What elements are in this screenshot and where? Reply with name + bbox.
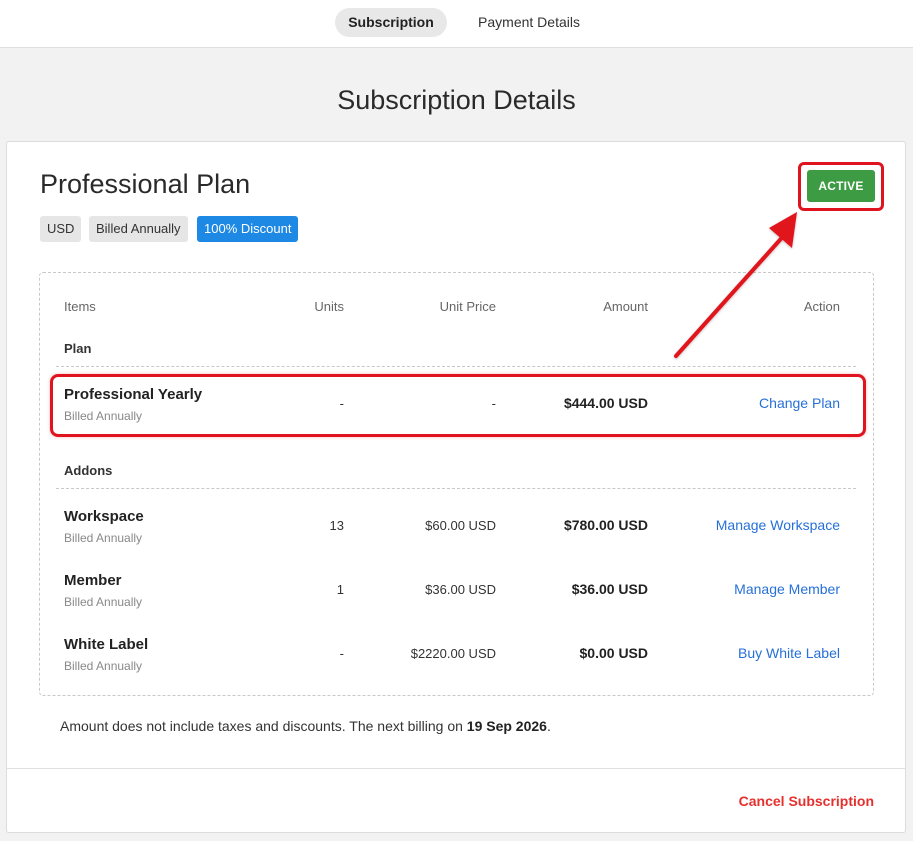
item-units: - xyxy=(339,646,344,661)
buy-white-label-link[interactable]: Buy White Label xyxy=(640,645,840,661)
next-billing-date: 19 Sep 2026 xyxy=(466,718,547,734)
manage-member-link[interactable]: Manage Member xyxy=(640,581,840,597)
plan-title: Professional Plan xyxy=(40,169,251,199)
top-navigation: Subscription Payment Details xyxy=(0,0,913,48)
item-billing: Billed Annually xyxy=(64,659,143,673)
tab-subscription[interactable]: Subscription xyxy=(335,8,447,37)
discount-chip: 100% Discount xyxy=(197,216,299,242)
manage-workspace-link[interactable]: Manage Workspace xyxy=(640,517,840,533)
addons-divider xyxy=(56,488,856,489)
table-row-workspace: Workspace Billed Annually 13 $60.00 USD … xyxy=(40,508,875,558)
billing-note-suffix: . xyxy=(546,718,551,734)
plan-divider xyxy=(56,366,856,367)
header-items: Items xyxy=(64,299,96,314)
item-units: 13 xyxy=(329,518,344,533)
item-units: 1 xyxy=(336,582,344,597)
items-table: Items Units Unit Price Amount Action Pla… xyxy=(39,272,874,696)
table-row-member: Member Billed Annually 1 $36.00 USD $36.… xyxy=(40,572,875,622)
item-unit-price: $2220.00 USD xyxy=(410,646,496,661)
item-name: Workspace xyxy=(64,508,144,525)
item-name: Member xyxy=(64,572,122,589)
header-unit-price: Unit Price xyxy=(439,299,496,314)
billing-note: Amount does not include taxes and discou… xyxy=(60,718,551,734)
subscription-card: Professional Plan USD Billed Annually 10… xyxy=(6,141,906,833)
header-amount: Amount xyxy=(603,299,648,314)
header-units: Units xyxy=(314,299,344,314)
plan-row-highlight-box xyxy=(50,374,866,437)
table-row-white-label: White Label Billed Annually - $2220.00 U… xyxy=(40,636,875,686)
currency-chip: USD xyxy=(40,216,82,242)
cancel-subscription-button[interactable]: Cancel Subscription xyxy=(739,793,874,809)
card-footer-divider xyxy=(7,768,905,769)
tab-payment-details[interactable]: Payment Details xyxy=(464,8,594,37)
item-unit-price: $60.00 USD xyxy=(425,518,496,533)
billing-cycle-chip: Billed Annually xyxy=(89,216,188,242)
header-action: Action xyxy=(803,299,840,314)
item-amount: $780.00 USD xyxy=(563,517,648,533)
item-name: White Label xyxy=(64,636,149,653)
item-amount: $36.00 USD xyxy=(571,581,648,597)
status-badge: ACTIVE xyxy=(807,170,875,202)
billing-note-text: Amount does not include taxes and discou… xyxy=(60,718,467,734)
item-billing: Billed Annually xyxy=(64,531,143,545)
plan-section-label: Plan xyxy=(64,341,92,356)
item-billing: Billed Annually xyxy=(64,595,143,609)
item-amount: $0.00 USD xyxy=(579,645,648,661)
page-title: Subscription Details xyxy=(337,85,576,115)
addons-section-label: Addons xyxy=(64,463,113,478)
item-unit-price: $36.00 USD xyxy=(425,582,496,597)
